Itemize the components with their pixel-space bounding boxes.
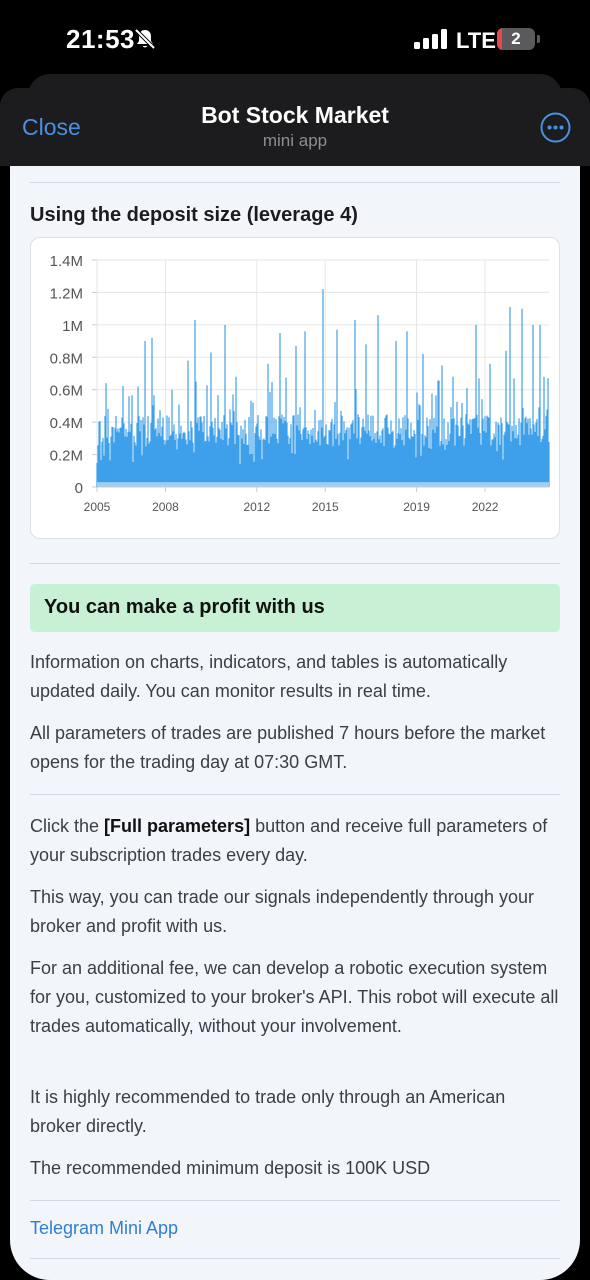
battery-cap [537, 35, 540, 43]
info-paragraph-min-deposit: The recommended minimum deposit is 100K … [30, 1158, 431, 1178]
y-tick-label: 1.2M [50, 285, 83, 302]
info-paragraph-publish-time: All parameters of trades are published 7… [30, 723, 546, 772]
info-paragraph-broker: It is highly recommended to trade only t… [30, 1087, 506, 1136]
header-title: Bot Stock Market [201, 102, 389, 128]
battery-icon: 2 [497, 28, 535, 50]
info-paragraph-robot: For an additional fee, we can develop a … [30, 958, 559, 1036]
header-subtitle: mini app [262, 131, 328, 150]
y-tick-label: 0.4M [50, 415, 83, 432]
status-bar: 21:53 LTE 2 [0, 0, 590, 80]
divider [30, 1258, 560, 1259]
x-tick-label: 2008 [152, 500, 179, 514]
phone-screen: 21:53 LTE 2 Close Bot Stock Market mini … [0, 0, 590, 1280]
x-tick-label: 2015 [312, 500, 339, 514]
full-parameters-label: [Full parameters] [104, 816, 251, 836]
divider [30, 1200, 560, 1201]
telegram-mini-app-link[interactable]: Telegram Mini App [30, 1218, 178, 1239]
x-tick-label: 2019 [403, 500, 430, 514]
y-tick-label: 0.6M [50, 383, 83, 400]
status-time: 21:53 [66, 24, 135, 54]
chart-section-title: Using the deposit size (leverage 4) [30, 204, 358, 226]
battery-level: 2 [511, 29, 521, 48]
info-paragraph-updates: Information on charts, indicators, and t… [30, 652, 508, 701]
x-tick-label: 2022 [472, 500, 499, 514]
signal-bars-icon [414, 29, 447, 49]
y-tick-label: 0.8M [50, 350, 83, 367]
divider [30, 794, 560, 795]
y-tick-label: 1.4M [50, 253, 83, 270]
divider [30, 182, 560, 183]
deposit-chart-card: 0 0.2M 0.4M 0.6M 0.8M 1M 1.2M 1.4M 2005 2008 2012 2… [30, 237, 560, 539]
y-tick-label: 0 [75, 480, 83, 497]
chart-baseline-band [97, 482, 549, 487]
profit-banner: You can make a profit with us [30, 584, 560, 632]
info-paragraph-full-parameters: Click the [Full parameters] button and r… [30, 812, 560, 870]
deposit-chart: 0 0.2M 0.4M 0.6M 0.8M 1M 1.2M 1.4M 2005 2008 2012 2… [50, 253, 550, 514]
p3-text-pre: Click the [30, 816, 105, 836]
info-paragraph-independent: This way, you can trade our signals inde… [30, 887, 534, 936]
y-tick-label: 1M [62, 318, 83, 335]
network-label: LTE [456, 28, 496, 53]
mini-app-header: Close Bot Stock Market mini app [0, 88, 590, 166]
x-tick-label: 2005 [84, 500, 111, 514]
page-content: Using the deposit size (leverage 4) 0 0.2… [10, 166, 580, 1280]
bell-slash-icon [134, 28, 156, 50]
profit-banner-text: You can make a profit with us [44, 596, 325, 618]
chart-bar [548, 441, 550, 487]
more-icon[interactable] [540, 112, 571, 143]
x-tick-label: 2012 [243, 500, 270, 514]
divider [30, 563, 560, 564]
y-tick-label: 0.2M [50, 448, 83, 465]
